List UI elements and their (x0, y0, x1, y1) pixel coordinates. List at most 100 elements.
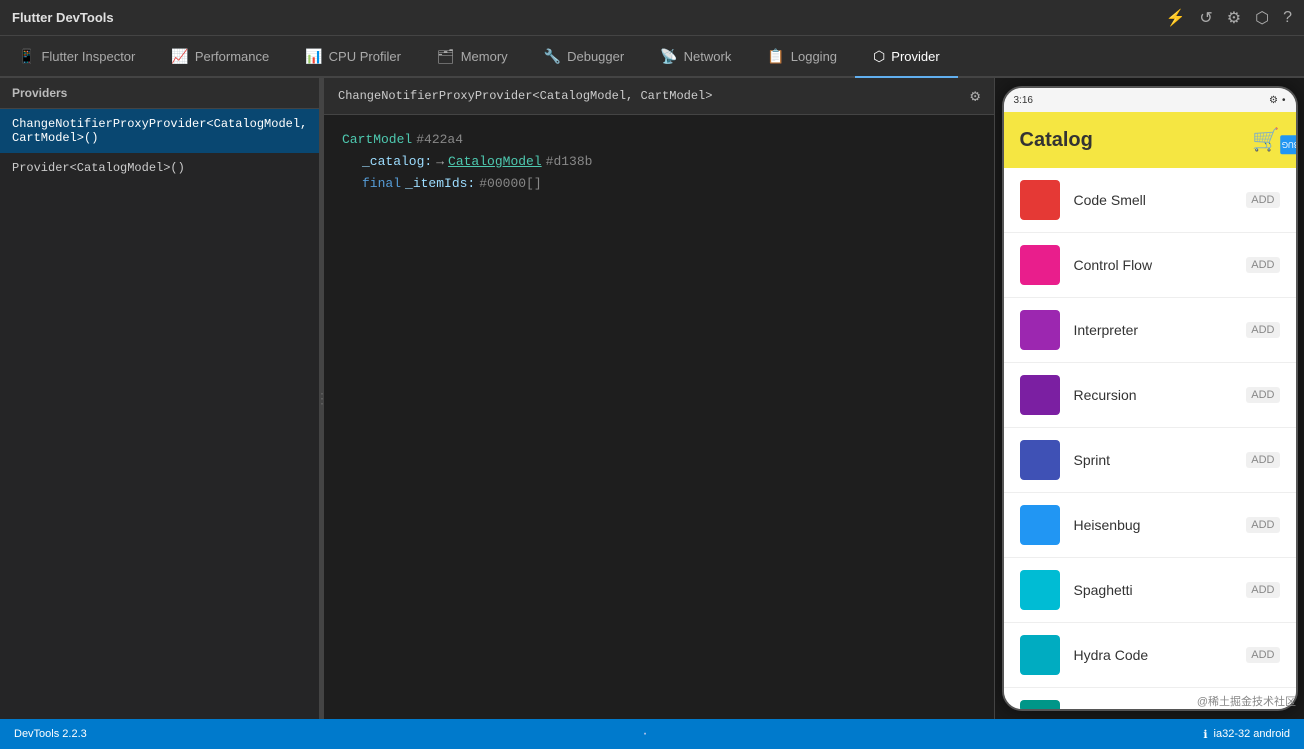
phone-list: Code Smell ADD Control Flow ADD Interpre… (1004, 168, 1296, 711)
phone-frame: 3:16 ⚙ • Catalog 🛒 Code Smell ADD Contro… (1002, 86, 1298, 711)
phone-add-button[interactable]: ADD (1246, 647, 1279, 663)
phone-color-swatch (1020, 635, 1060, 675)
phone-color-swatch (1020, 440, 1060, 480)
tab-flutter-inspector-label: Flutter Inspector (41, 49, 135, 64)
detail-settings-icon[interactable]: ⚙ (970, 86, 980, 106)
phone-list-item: Control Flow ADD (1004, 233, 1296, 298)
phone-color-swatch (1020, 180, 1060, 220)
tab-cpu-profiler[interactable]: 📊 CPU Profiler (287, 36, 419, 78)
phone-item-name: Hydra Code (1074, 647, 1233, 663)
flutter-inspector-icon: 📱 (18, 48, 35, 65)
tab-debugger-label: Debugger (567, 49, 624, 64)
tab-network-label: Network (684, 49, 732, 64)
detail-header-title: ChangeNotifierProxyProvider<CatalogModel… (338, 89, 712, 103)
logging-icon: 📋 (767, 48, 784, 65)
phone-list-item: Hydra Code ADD (1004, 623, 1296, 688)
statusbar: DevTools 2.2.3 · ℹ ia32-32 android (0, 719, 1304, 749)
phone-list-item: Recursion ADD (1004, 363, 1296, 428)
tab-memory[interactable]: 🗂 Memory (419, 36, 526, 78)
tab-logging[interactable]: 📋 Logging (749, 36, 855, 78)
phone-color-swatch (1020, 310, 1060, 350)
tab-network[interactable]: 📡 Network (642, 36, 749, 78)
tab-cpu-profiler-label: CPU Profiler (329, 49, 401, 64)
phone-add-button[interactable]: ADD (1246, 192, 1279, 208)
detail-panel: ChangeNotifierProxyProvider<CatalogModel… (324, 78, 994, 719)
code-link-catalogmodel[interactable]: CatalogModel (448, 151, 542, 173)
phone-status-icons: ⚙ • (1269, 95, 1285, 106)
code-hash-2: #00000[] (479, 173, 541, 195)
phone-cart-icon[interactable]: 🛒 (1252, 127, 1279, 153)
tab-logging-label: Logging (791, 49, 837, 64)
phone-add-button[interactable]: ADD (1246, 322, 1279, 338)
code-hash-0: #422a4 (416, 129, 463, 151)
plugin-icon[interactable]: ⬡ (1255, 8, 1269, 28)
phone-color-swatch (1020, 505, 1060, 545)
phone-item-name: Spaghetti (1074, 582, 1233, 598)
refresh-icon[interactable]: ↺ (1199, 8, 1212, 28)
code-line-1: _catalog: → CatalogModel #d138b (342, 151, 976, 173)
tab-performance-label: Performance (195, 49, 269, 64)
tab-performance[interactable]: 📈 Performance (153, 36, 287, 78)
provider-icon: ⬡ (873, 48, 885, 65)
statusbar-right: ℹ ia32-32 android (1203, 728, 1290, 741)
phone-add-button[interactable]: ADD (1246, 582, 1279, 598)
detail-header: ChangeNotifierProxyProvider<CatalogModel… (324, 78, 994, 115)
phone-item-name: Recursion (1074, 387, 1233, 403)
memory-icon: 🗂 (437, 48, 455, 65)
code-label-catalog: _catalog: (362, 151, 432, 173)
phone-status-bar: 3:16 ⚙ • (1004, 88, 1296, 112)
phone-color-swatch (1020, 570, 1060, 610)
performance-icon: 📈 (171, 48, 188, 65)
code-arrow-0: → (436, 151, 444, 173)
phone-item-name: Interpreter (1074, 322, 1233, 338)
phone-list-item: Spaghetti ADD (1004, 558, 1296, 623)
network-icon: 📡 (660, 48, 677, 65)
statusbar-left: DevTools 2.2.3 (14, 728, 87, 740)
cpu-profiler-icon: 📊 (305, 48, 322, 65)
phone-add-button[interactable]: ADD (1246, 517, 1279, 533)
phone-mockup: 3:16 ⚙ • Catalog 🛒 Code Smell ADD Contro… (994, 78, 1304, 719)
tabbar: 📱 Flutter Inspector 📈 Performance 📊 CPU … (0, 36, 1304, 78)
tab-debugger[interactable]: 🔧 Debugger (526, 36, 643, 78)
devtools-version: DevTools 2.2.3 (14, 728, 87, 740)
detail-content: CartModel #422a4 _catalog: → CatalogMode… (324, 115, 994, 209)
phone-item-name: Sprint (1074, 452, 1233, 468)
phone-app-bar: Catalog 🛒 (1004, 112, 1296, 168)
phone-add-button[interactable]: ADD (1246, 257, 1279, 273)
titlebar-icons: ⚡ ↺ ⚙ ⬡ ? (1165, 8, 1292, 28)
phone-list-item: Code Smell ADD (1004, 168, 1296, 233)
phone-add-button[interactable]: ADD (1246, 387, 1279, 403)
phone-app-title: Catalog (1020, 129, 1093, 152)
tab-flutter-inspector[interactable]: 📱 Flutter Inspector (0, 36, 153, 78)
titlebar: Flutter DevTools ⚡ ↺ ⚙ ⬡ ? (0, 0, 1304, 36)
code-class-cartmodel[interactable]: CartModel (342, 129, 412, 151)
statusbar-middle: · (642, 725, 647, 743)
watermark: @稀土掘金技术社区 (1197, 693, 1296, 709)
provider-item-1[interactable]: Provider<CatalogModel>() (0, 153, 319, 183)
tab-provider-label: Provider (891, 49, 939, 64)
settings-icon[interactable]: ⚙ (1227, 8, 1241, 28)
info-icon: ℹ (1203, 728, 1207, 741)
app-title: Flutter DevTools (12, 10, 1165, 25)
phone-list-item: Heisenbug ADD (1004, 493, 1296, 558)
phone-time: 3:16 (1014, 95, 1033, 106)
code-keyword-final: final (362, 173, 401, 195)
phone-color-swatch (1020, 700, 1060, 711)
tab-provider[interactable]: ⬡ Provider (855, 36, 958, 78)
phone-debug-badge: DEBUG (1279, 135, 1297, 154)
phone-settings-icon: ⚙ (1269, 95, 1278, 106)
provider-item-0[interactable]: ChangeNotifierProxyProvider<CatalogModel… (0, 109, 319, 153)
phone-list-item: Interpreter ADD (1004, 298, 1296, 363)
providers-panel: Providers ChangeNotifierProxyProvider<Ca… (0, 78, 320, 719)
code-line-0: CartModel #422a4 (342, 129, 976, 151)
code-line-2: final _itemIds: #00000[] (342, 173, 976, 195)
phone-item-name: Heisenbug (1074, 517, 1233, 533)
lightning-icon[interactable]: ⚡ (1165, 8, 1185, 28)
providers-header: Providers (0, 78, 319, 109)
main-content: Providers ChangeNotifierProxyProvider<Ca… (0, 78, 1304, 719)
phone-color-swatch (1020, 375, 1060, 415)
phone-add-button[interactable]: ADD (1246, 452, 1279, 468)
code-label-itemids: _itemIds: (405, 173, 475, 195)
phone-dot-icon: • (1282, 95, 1286, 106)
help-icon[interactable]: ? (1283, 9, 1292, 27)
